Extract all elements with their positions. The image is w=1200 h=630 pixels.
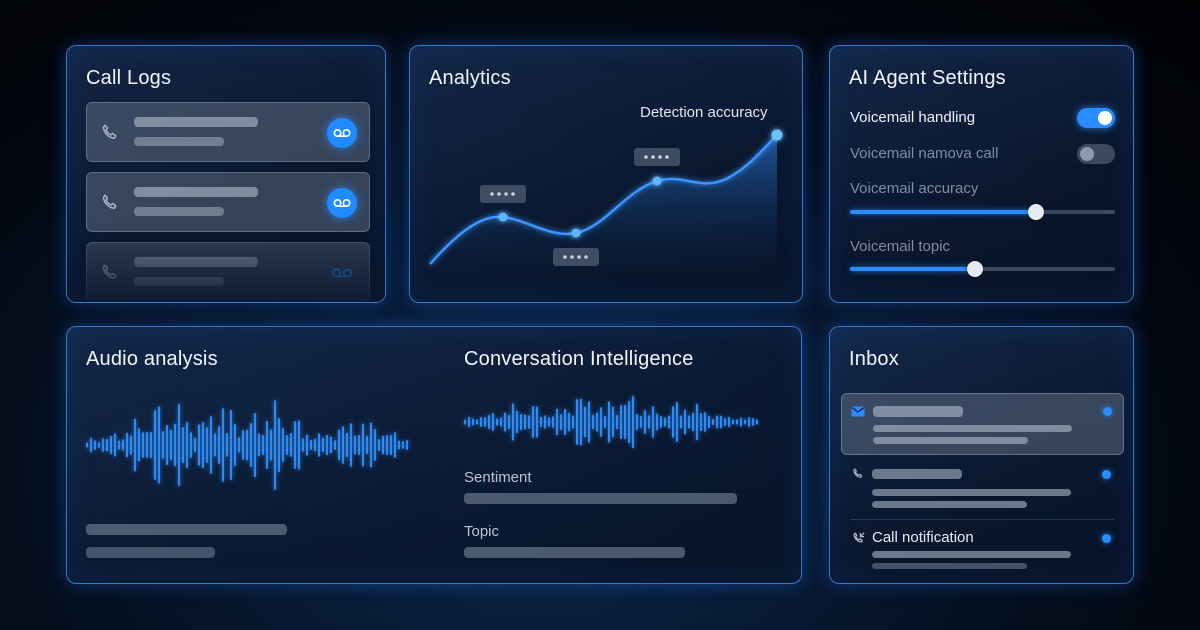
- caller-placeholder: [872, 469, 962, 479]
- detection-accuracy-chart: [429, 129, 783, 274]
- mail-icon: [851, 406, 865, 417]
- slider-handle[interactable]: [966, 261, 983, 277]
- voicemail-topic-slider[interactable]: [850, 261, 1115, 277]
- voicemail-topic-label: Voicemail topic: [850, 238, 951, 255]
- toggle-knob: [1098, 111, 1112, 125]
- voicemail-accuracy-label: Voicemail accuracy: [850, 180, 979, 197]
- data-point: [652, 176, 662, 186]
- inbox-panel: Inbox Call notification: [829, 326, 1134, 584]
- call-log-item[interactable]: [86, 102, 370, 162]
- ai-settings-title: AI Agent Settings: [849, 67, 1006, 89]
- phone-incoming-icon: [853, 532, 865, 543]
- call-logs-title: Call Logs: [86, 67, 172, 89]
- voicemail-call-label: Voicemail namova call: [850, 145, 999, 162]
- inbox-item[interactable]: [841, 393, 1124, 455]
- phone-icon: [102, 194, 117, 209]
- slider-handle[interactable]: [1027, 204, 1044, 220]
- preview-placeholder: [872, 501, 1027, 508]
- phone-icon: [853, 468, 863, 478]
- call-detail-placeholder: [134, 207, 224, 216]
- topic-label: Topic: [464, 523, 500, 540]
- analytics-panel: Analytics Detection accuracy: [409, 45, 803, 303]
- unread-indicator: [1102, 534, 1111, 543]
- phone-icon: [102, 264, 117, 279]
- ellipsis-icon: [553, 248, 599, 266]
- slider-fill: [850, 210, 1036, 214]
- caller-name-placeholder: [134, 257, 258, 267]
- ellipsis-icon: [634, 148, 680, 166]
- preview-placeholder: [872, 551, 1071, 558]
- audio-waveform: [86, 400, 408, 490]
- audio-analysis-panel: Audio analysis Conversation Intelligence…: [66, 326, 802, 584]
- inbox-divider: [850, 519, 1114, 520]
- toggle-knob: [1080, 147, 1094, 161]
- conversation-waveform: [464, 395, 758, 449]
- preview-placeholder: [872, 563, 1027, 569]
- slider-fill: [850, 267, 975, 271]
- voicemail-call-toggle[interactable]: [1077, 144, 1115, 164]
- data-point: [771, 129, 783, 141]
- topic-bar: [464, 547, 685, 558]
- call-detail-placeholder: [134, 137, 224, 146]
- voicemail-accuracy-slider[interactable]: [850, 204, 1115, 220]
- data-point: [571, 228, 581, 238]
- ai-agent-settings-panel: AI Agent Settings Voicemail handling Voi…: [829, 45, 1134, 303]
- ellipsis-icon: [480, 185, 526, 203]
- preview-placeholder: [872, 489, 1071, 496]
- preview-placeholder: [873, 437, 1028, 444]
- data-point: [498, 212, 508, 222]
- voicemail-icon: [332, 268, 352, 278]
- call-detail-placeholder: [134, 277, 224, 286]
- voicemail-badge[interactable]: [327, 118, 357, 148]
- voicemail-handling-label: Voicemail handling: [850, 109, 976, 126]
- call-log-item[interactable]: [86, 242, 370, 302]
- sender-placeholder: [873, 406, 963, 417]
- inbox-item[interactable]: Call notification: [841, 527, 1124, 575]
- inbox-title: Inbox: [849, 348, 899, 370]
- caller-name-placeholder: [134, 117, 258, 127]
- voicemail-icon: [333, 128, 351, 138]
- voicemail-handling-toggle[interactable]: [1077, 108, 1115, 128]
- sentiment-label: Sentiment: [464, 469, 532, 486]
- unread-indicator: [1103, 407, 1112, 416]
- audio-summary-placeholder: [86, 524, 287, 535]
- accuracy-area: [430, 135, 777, 274]
- call-log-item[interactable]: [86, 172, 370, 232]
- unread-indicator: [1102, 470, 1111, 479]
- conversation-intelligence-title: Conversation Intelligence: [464, 348, 694, 370]
- caller-name-placeholder: [134, 187, 258, 197]
- preview-placeholder: [873, 425, 1072, 432]
- voicemail-icon: [333, 198, 351, 208]
- call-notification-label: Call notification: [872, 529, 974, 546]
- voicemail-badge[interactable]: [327, 188, 357, 218]
- phone-icon: [102, 124, 117, 139]
- call-logs-panel: Call Logs: [66, 45, 386, 303]
- sentiment-bar: [464, 493, 737, 504]
- inbox-item[interactable]: [841, 465, 1124, 515]
- audio-detail-placeholder: [86, 547, 215, 558]
- audio-analysis-title: Audio analysis: [86, 348, 218, 370]
